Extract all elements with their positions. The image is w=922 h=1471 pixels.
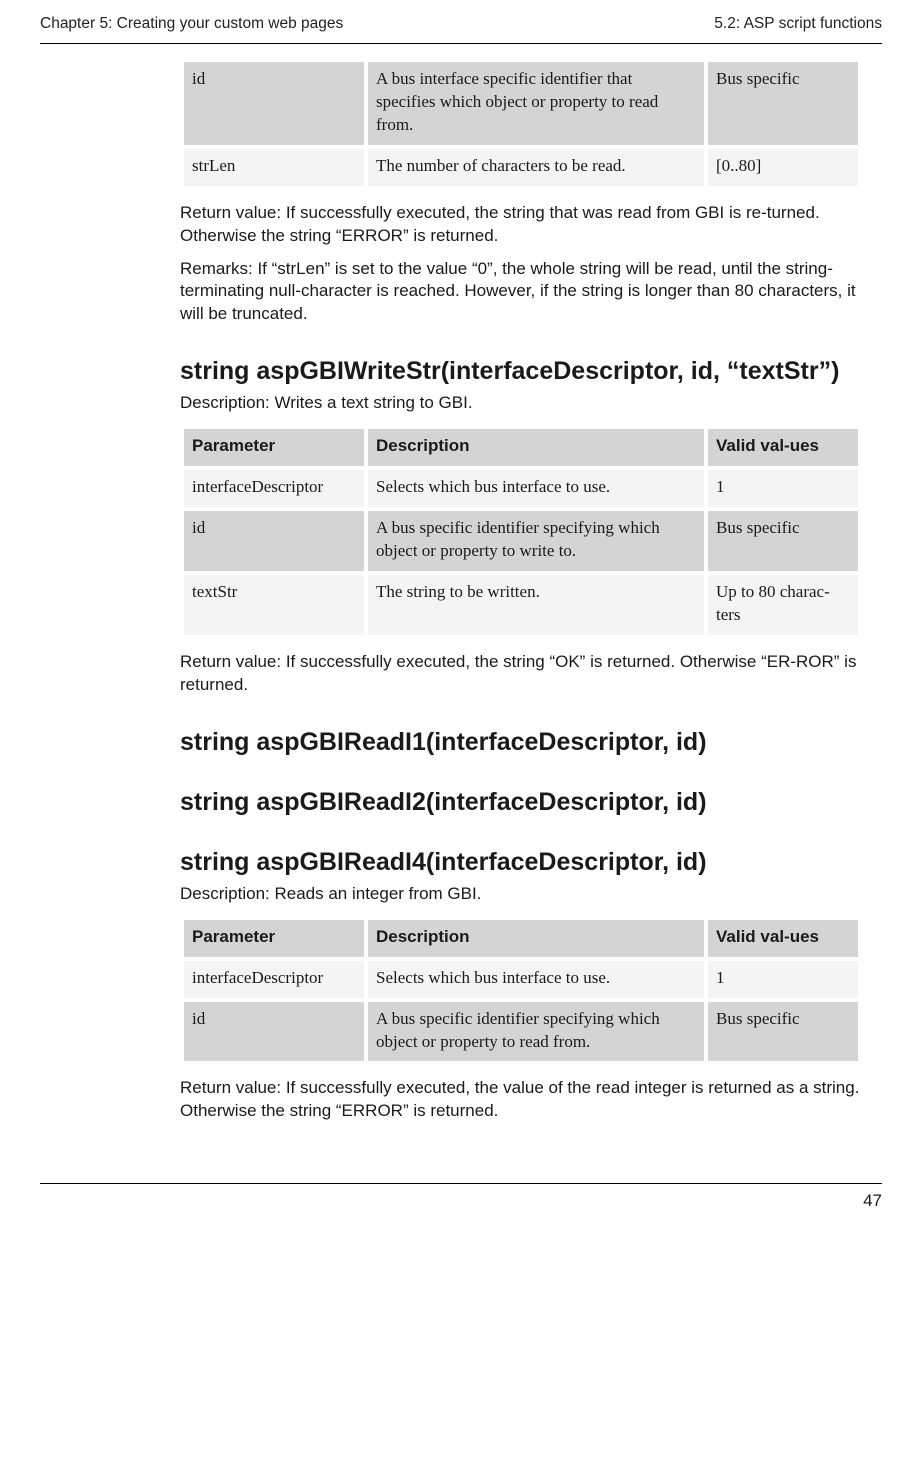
heading-writestr: string aspGBIWriteStr(interfaceDescripto… <box>180 356 862 386</box>
heading-readi2: string aspGBIReadI2(interfaceDescriptor,… <box>180 787 862 817</box>
running-header: Chapter 5: Creating your custom web page… <box>40 14 882 44</box>
heading-readi4: string aspGBIReadI4(interfaceDescriptor,… <box>180 847 862 877</box>
desc-readint: Description: Reads an integer from GBI. <box>180 883 862 906</box>
cell-param: id <box>184 1002 364 1062</box>
cell-desc: Selects which bus interface to use. <box>368 470 704 507</box>
header-right: 5.2: ASP script functions <box>714 14 882 35</box>
table-row: strLen The number of characters to be re… <box>184 149 858 186</box>
params-table-writestr: Parameter Description Valid val-ues inte… <box>180 425 862 639</box>
page-footer: 47 <box>40 1183 882 1213</box>
cell-valid: 1 <box>708 470 858 507</box>
table-header-row: Parameter Description Valid val-ues <box>184 920 858 957</box>
cell-valid: 1 <box>708 961 858 998</box>
cell-param: id <box>184 62 364 145</box>
cell-desc: A bus specific identifier specifying whi… <box>368 511 704 571</box>
cell-valid: Up to 80 charac-ters <box>708 575 858 635</box>
th-valid: Valid val-ues <box>708 429 858 466</box>
cell-param: interfaceDescriptor <box>184 961 364 998</box>
th-valid: Valid val-ues <box>708 920 858 957</box>
th-parameter: Parameter <box>184 920 364 957</box>
cell-desc: A bus specific identifier specifying whi… <box>368 1002 704 1062</box>
page-number: 47 <box>863 1191 882 1210</box>
th-description: Description <box>368 429 704 466</box>
cell-param: id <box>184 511 364 571</box>
table-row: interfaceDescriptor Selects which bus in… <box>184 961 858 998</box>
heading-readi1: string aspGBIReadI1(interfaceDescriptor,… <box>180 727 862 757</box>
table1-body: id A bus interface specific identifier t… <box>184 62 858 186</box>
table-header-row: Parameter Description Valid val-ues <box>184 429 858 466</box>
cell-valid: Bus specific <box>708 511 858 571</box>
return-value-readstr: Return value: If successfully executed, … <box>180 202 862 248</box>
cell-param: strLen <box>184 149 364 186</box>
th-parameter: Parameter <box>184 429 364 466</box>
return-value-writestr: Return value: If successfully executed, … <box>180 651 862 697</box>
desc-writestr: Description: Writes a text string to GBI… <box>180 392 862 415</box>
page-body: id A bus interface specific identifier t… <box>180 58 862 1123</box>
cell-valid: [0..80] <box>708 149 858 186</box>
cell-desc: Selects which bus interface to use. <box>368 961 704 998</box>
cell-param: textStr <box>184 575 364 635</box>
cell-desc: The string to be written. <box>368 575 704 635</box>
table-row: interfaceDescriptor Selects which bus in… <box>184 470 858 507</box>
header-left: Chapter 5: Creating your custom web page… <box>40 14 343 35</box>
cell-desc: A bus interface specific identifier that… <box>368 62 704 145</box>
cell-valid: Bus specific <box>708 62 858 145</box>
cell-param: interfaceDescriptor <box>184 470 364 507</box>
th-description: Description <box>368 920 704 957</box>
params-table-readint: Parameter Description Valid val-ues inte… <box>180 916 862 1066</box>
table-row: textStr The string to be written. Up to … <box>184 575 858 635</box>
table-row: id A bus specific identifier specifying … <box>184 1002 858 1062</box>
cell-desc: The number of characters to be read. <box>368 149 704 186</box>
cell-valid: Bus specific <box>708 1002 858 1062</box>
table-row: id A bus interface specific identifier t… <box>184 62 858 145</box>
table-row: id A bus specific identifier specifying … <box>184 511 858 571</box>
remarks-readstr: Remarks: If “strLen” is set to the value… <box>180 258 862 327</box>
return-value-readint: Return value: If successfully executed, … <box>180 1077 862 1123</box>
params-table-readstr-cont: id A bus interface specific identifier t… <box>180 58 862 190</box>
